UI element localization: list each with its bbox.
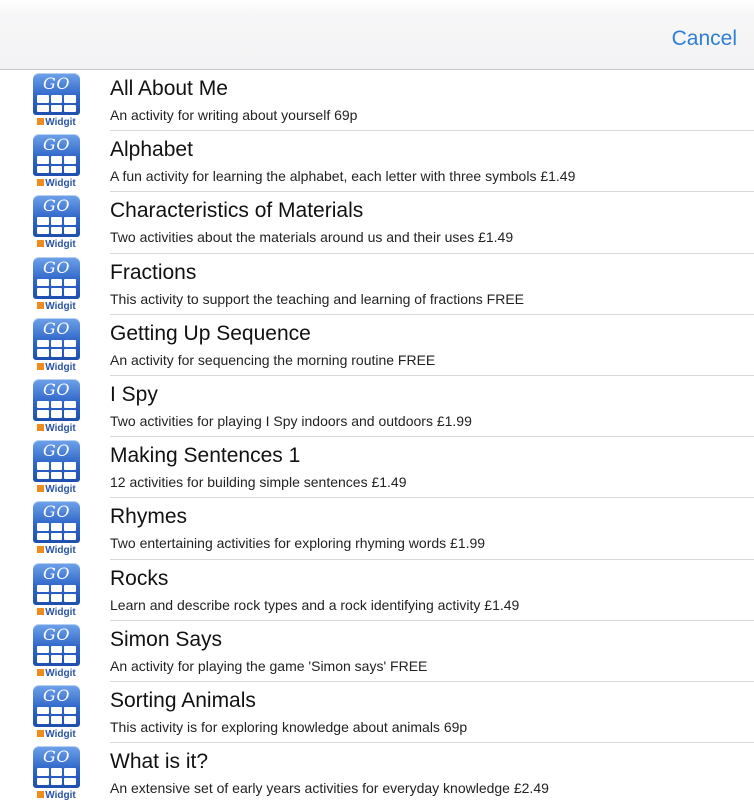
go-label: GO bbox=[43, 441, 70, 461]
grid-icon bbox=[37, 400, 76, 418]
widgit-go-app-icon: GO Widgit bbox=[33, 256, 80, 313]
item-title: Making Sentences 1 bbox=[110, 444, 301, 468]
item-title: Rocks bbox=[110, 566, 169, 590]
grid-icon bbox=[37, 584, 76, 602]
widgit-go-app-icon: GO Widgit bbox=[33, 440, 80, 496]
go-label: GO bbox=[43, 685, 70, 705]
widgit-go-app-icon: GO Widgit bbox=[33, 501, 80, 557]
go-label: GO bbox=[43, 74, 70, 93]
item-description: This activity to support the teaching an… bbox=[110, 290, 524, 307]
item-title: Simon Says bbox=[110, 627, 223, 651]
item-description: An activity for sequencing the morning r… bbox=[110, 351, 436, 368]
grid-icon bbox=[37, 523, 76, 541]
icon-tile: GO bbox=[33, 256, 80, 299]
cancel-button[interactable]: Cancel bbox=[672, 27, 737, 51]
item-description: A fun activity for learning the alphabet… bbox=[110, 168, 576, 185]
go-label: GO bbox=[43, 563, 70, 583]
item-description: Two activities for playing I Spy indoors… bbox=[110, 412, 472, 429]
item-description: An activity for writing about yourself 6… bbox=[110, 107, 358, 123]
grid-icon bbox=[37, 462, 76, 480]
go-label: GO bbox=[43, 747, 70, 767]
go-label: GO bbox=[43, 624, 70, 644]
widgit-brand-label: Widgit bbox=[33, 789, 80, 802]
item-description: An activity for playing the game 'Simon … bbox=[110, 657, 428, 674]
item-title: What is it? bbox=[110, 750, 209, 774]
item-description: Learn and describe rock types and a rock… bbox=[110, 596, 520, 613]
widgit-go-app-icon: GO Widgit bbox=[33, 134, 80, 190]
grid-icon bbox=[37, 645, 76, 663]
widgit-brand-label: Widgit bbox=[33, 361, 80, 374]
list-item[interactable]: GO Widgit Rhymes Two entertaining activi… bbox=[0, 498, 754, 560]
widgit-go-app-icon: GO Widgit bbox=[33, 562, 80, 619]
list-item[interactable]: GO Widgit Getting Up Sequence An activit… bbox=[0, 315, 754, 377]
widgit-go-app-icon: GO Widgit bbox=[33, 684, 80, 741]
widgit-brand-label: Widgit bbox=[33, 422, 80, 435]
item-title: Characteristics of Materials bbox=[110, 199, 364, 223]
list-item[interactable]: GO Widgit Rocks Learn and describe rock … bbox=[0, 560, 754, 621]
list-item[interactable]: GO Widgit Sorting Animals This activity … bbox=[0, 682, 754, 744]
go-label: GO bbox=[43, 196, 70, 216]
navigation-bar: Cancel bbox=[0, 0, 754, 70]
item-title: Rhymes bbox=[110, 505, 188, 529]
icon-tile: GO bbox=[33, 562, 80, 605]
widgit-brand-label: Widgit bbox=[33, 606, 80, 619]
go-label: GO bbox=[43, 379, 70, 399]
activity-list: GO Widgit All About Me An activity for w… bbox=[0, 70, 754, 804]
widgit-brand-label: Widgit bbox=[33, 300, 80, 313]
grid-icon bbox=[37, 706, 76, 724]
grid-icon bbox=[37, 278, 76, 296]
widgit-brand-label: Widgit bbox=[33, 116, 80, 129]
grid-icon bbox=[37, 768, 76, 786]
widgit-go-app-icon: GO Widgit bbox=[33, 623, 80, 680]
list-item[interactable]: GO Widgit Simon Says An activity for pla… bbox=[0, 621, 754, 683]
item-title: All About Me bbox=[110, 77, 228, 100]
item-description: Two activities about the materials aroun… bbox=[110, 229, 514, 246]
list-item[interactable]: GO Widgit I Spy Two activities for playi… bbox=[0, 376, 754, 438]
list-item[interactable]: GO Widgit What is it? An extensive set o… bbox=[0, 743, 754, 804]
icon-tile: GO bbox=[33, 440, 80, 483]
icon-tile: GO bbox=[33, 73, 80, 115]
grid-icon bbox=[37, 217, 76, 235]
list-item[interactable]: GO Widgit All About Me An activity for w… bbox=[0, 70, 754, 132]
widgit-go-app-icon: GO Widgit bbox=[33, 317, 80, 374]
list-item[interactable]: GO Widgit Making Sentences 1 12 activiti… bbox=[0, 437, 754, 499]
item-description: Two entertaining activities for explorin… bbox=[110, 535, 486, 552]
widgit-go-app-icon: GO Widgit bbox=[33, 195, 80, 251]
icon-tile: GO bbox=[33, 378, 80, 421]
icon-tile: GO bbox=[33, 195, 80, 238]
widgit-go-app-icon: GO Widgit bbox=[33, 378, 80, 435]
item-description: This activity is for exploring knowledge… bbox=[110, 718, 468, 735]
grid-icon bbox=[37, 156, 76, 174]
item-title: Alphabet bbox=[110, 138, 193, 162]
widgit-brand-label: Widgit bbox=[33, 238, 80, 251]
widgit-go-app-icon: GO Widgit bbox=[33, 746, 80, 802]
list-item[interactable]: GO Widgit Alphabet A fun activity for le… bbox=[0, 131, 754, 193]
widgit-brand-label: Widgit bbox=[33, 728, 80, 741]
grid-icon bbox=[37, 339, 76, 357]
icon-tile: GO bbox=[33, 684, 80, 727]
item-title: Fractions bbox=[110, 260, 197, 284]
icon-tile: GO bbox=[33, 501, 80, 544]
go-label: GO bbox=[43, 502, 70, 522]
list-item[interactable]: GO Widgit Fractions This activity to sup… bbox=[0, 254, 754, 315]
item-title: I Spy bbox=[110, 382, 158, 406]
widgit-brand-label: Widgit bbox=[33, 483, 80, 496]
go-label: GO bbox=[43, 318, 70, 338]
icon-tile: GO bbox=[33, 623, 80, 666]
list-item[interactable]: GO Widgit Characteristics of Materials T… bbox=[0, 192, 754, 254]
icon-tile: GO bbox=[33, 134, 80, 177]
icon-tile: GO bbox=[33, 746, 80, 789]
widgit-brand-label: Widgit bbox=[33, 177, 80, 190]
go-label: GO bbox=[43, 257, 70, 277]
widgit-brand-label: Widgit bbox=[33, 544, 80, 557]
icon-tile: GO bbox=[33, 317, 80, 360]
widgit-go-app-icon: GO Widgit bbox=[33, 73, 80, 129]
item-title: Sorting Animals bbox=[110, 688, 256, 712]
widgit-brand-label: Widgit bbox=[33, 667, 80, 680]
grid-icon bbox=[37, 95, 76, 112]
item-description: 12 activities for building simple senten… bbox=[110, 474, 407, 491]
go-label: GO bbox=[43, 135, 70, 155]
item-description: An extensive set of early years activiti… bbox=[110, 780, 549, 797]
item-title: Getting Up Sequence bbox=[110, 321, 311, 345]
